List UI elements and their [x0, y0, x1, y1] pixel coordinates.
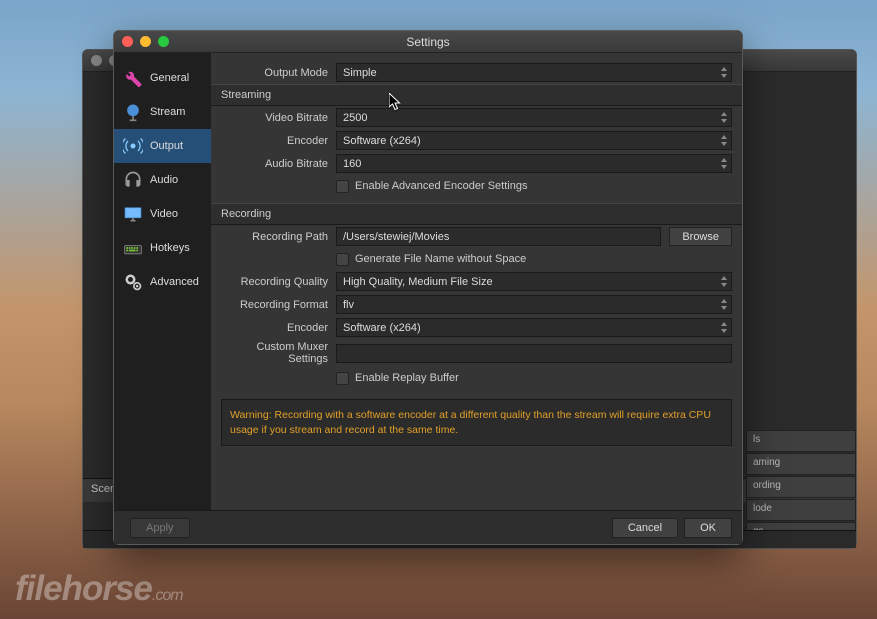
sidebar-item-general[interactable]: General [114, 61, 211, 95]
recording-section-header: Recording [211, 203, 742, 225]
custom-muxer-label: Custom Muxer Settings [221, 341, 336, 365]
cancel-button[interactable]: Cancel [612, 518, 678, 538]
streaming-encoder-value: Software (x264) [343, 135, 421, 147]
recording-path-value: /Users/stewiej/Movies [343, 231, 449, 243]
chevron-updown-icon [719, 320, 729, 335]
checkbox-icon [336, 372, 349, 385]
recording-quality-label: Recording Quality [221, 276, 336, 288]
wrench-icon [122, 67, 144, 89]
keyboard-icon [122, 237, 144, 259]
streaming-section-header: Streaming [211, 84, 742, 106]
settings-content: Output Mode Simple Streaming Video Bitra… [211, 53, 742, 510]
bg-traffic-dot [91, 55, 102, 66]
sidebar-item-label: General [150, 72, 189, 84]
gen-filename-label: Generate File Name without Space [355, 253, 526, 265]
watermark-suffix: .com [152, 587, 183, 604]
browse-button[interactable]: Browse [669, 227, 732, 246]
sidebar-item-advanced[interactable]: Advanced [114, 265, 211, 299]
video-bitrate-label: Video Bitrate [221, 112, 336, 124]
ok-label: OK [700, 522, 716, 534]
bg-controls-dock: ls aming ording lode gs [746, 430, 856, 502]
sidebar-item-hotkeys[interactable]: Hotkeys [114, 231, 211, 265]
recording-encoder-value: Software (x264) [343, 322, 421, 334]
recording-format-select[interactable]: flv [336, 295, 732, 314]
audio-bitrate-value: 160 [343, 158, 361, 170]
ok-button[interactable]: OK [684, 518, 732, 538]
streaming-encoder-select[interactable]: Software (x264) [336, 131, 732, 150]
audio-bitrate-select[interactable]: 160 [336, 154, 732, 173]
sidebar-item-stream[interactable]: Stream [114, 95, 211, 129]
advanced-encoder-checkbox[interactable]: Enable Advanced Encoder Settings [336, 180, 732, 193]
recording-path-input[interactable]: /Users/stewiej/Movies [336, 227, 661, 246]
gears-icon [122, 271, 144, 293]
recording-encoder-label: Encoder [221, 322, 336, 334]
streaming-encoder-label: Encoder [221, 135, 336, 147]
stepper-icon[interactable] [719, 110, 729, 125]
recording-path-label: Recording Path [221, 231, 336, 243]
cancel-label: Cancel [628, 522, 662, 534]
sidebar-item-video[interactable]: Video [114, 197, 211, 231]
apply-label: Apply [146, 522, 174, 534]
browse-label: Browse [682, 231, 719, 243]
broadcast-icon [122, 135, 144, 157]
chevron-updown-icon [719, 156, 729, 171]
checkbox-icon [336, 180, 349, 193]
sidebar-item-audio[interactable]: Audio [114, 163, 211, 197]
warning-message: Warning: Recording with a software encod… [221, 399, 732, 446]
headphones-icon [122, 169, 144, 191]
checkbox-icon [336, 253, 349, 266]
chevron-updown-icon [719, 297, 729, 312]
globe-icon [122, 101, 144, 123]
recording-encoder-select[interactable]: Software (x264) [336, 318, 732, 337]
sidebar-item-label: Audio [150, 174, 178, 186]
chevron-updown-icon [719, 65, 729, 80]
recording-quality-select[interactable]: High Quality, Medium File Size [336, 272, 732, 291]
output-mode-value: Simple [343, 67, 377, 79]
chevron-updown-icon [719, 274, 729, 289]
recording-format-label: Recording Format [221, 299, 336, 311]
gen-filename-checkbox[interactable]: Generate File Name without Space [336, 253, 732, 266]
video-bitrate-input[interactable]: 2500 [336, 108, 732, 127]
bg-control-button[interactable]: aming [746, 453, 856, 475]
sidebar-item-output[interactable]: Output [114, 129, 211, 163]
recording-quality-value: High Quality, Medium File Size [343, 276, 493, 288]
sidebar-item-label: Output [150, 140, 183, 152]
output-mode-select[interactable]: Simple [336, 63, 732, 82]
custom-muxer-input[interactable] [336, 344, 732, 363]
sidebar-item-label: Advanced [150, 276, 199, 288]
apply-button[interactable]: Apply [130, 518, 190, 538]
replay-buffer-label: Enable Replay Buffer [355, 372, 459, 384]
monitor-icon [122, 203, 144, 225]
settings-dialog: Settings General Stream Output Audio Vid [113, 30, 743, 545]
bg-control-button[interactable]: ording [746, 476, 856, 498]
filehorse-watermark: filehorse.com [15, 569, 183, 609]
settings-sidebar: General Stream Output Audio Video Hotkey… [114, 53, 211, 510]
video-bitrate-value: 2500 [343, 112, 367, 124]
chevron-updown-icon [719, 133, 729, 148]
bg-control-button[interactable]: lode [746, 499, 856, 521]
advanced-encoder-label: Enable Advanced Encoder Settings [355, 180, 527, 192]
dialog-footer: Apply Cancel OK [114, 510, 742, 544]
dialog-title: Settings [114, 35, 742, 49]
dialog-titlebar[interactable]: Settings [114, 31, 742, 53]
replay-buffer-checkbox[interactable]: Enable Replay Buffer [336, 372, 732, 385]
recording-format-value: flv [343, 299, 354, 311]
output-mode-label: Output Mode [221, 67, 336, 79]
bg-control-button[interactable]: ls [746, 430, 856, 452]
sidebar-item-label: Video [150, 208, 178, 220]
sidebar-item-label: Hotkeys [150, 242, 190, 254]
sidebar-item-label: Stream [150, 106, 185, 118]
audio-bitrate-label: Audio Bitrate [221, 158, 336, 170]
watermark-text: filehorse [15, 569, 152, 608]
